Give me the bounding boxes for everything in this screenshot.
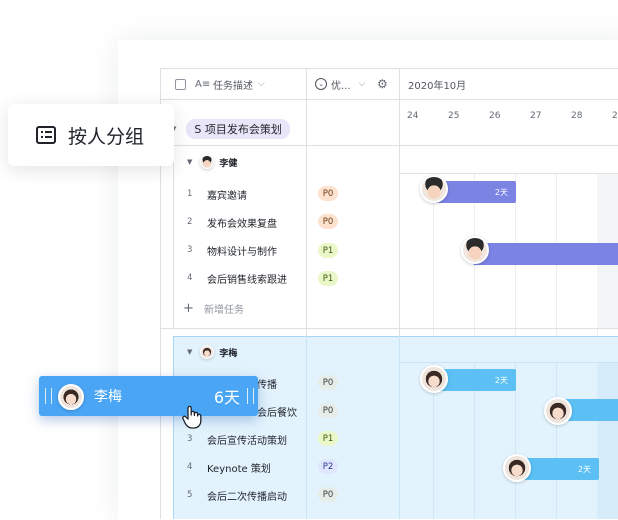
row-divider xyxy=(161,328,618,329)
task-row[interactable]: 3 会后宣传活动策划 xyxy=(161,425,306,453)
task-row[interactable]: 1 嘉宾邀请 xyxy=(161,180,306,208)
column-divider xyxy=(306,336,307,519)
project-group-row[interactable]: ▼ S 项目发布会策划 xyxy=(171,119,290,139)
priority-badge[interactable]: P0 xyxy=(318,214,338,229)
priority-badge[interactable]: P0 xyxy=(318,487,338,502)
day-label: 28 xyxy=(571,111,583,121)
row-divider xyxy=(399,173,618,174)
assignee-avatar xyxy=(420,365,448,393)
task-number: 2 xyxy=(187,217,193,227)
dragging-member-card[interactable]: 李梅 6天 xyxy=(39,376,258,416)
hand-cursor-icon xyxy=(181,405,203,429)
project-tag: S 项目发布会策划 xyxy=(186,119,290,139)
weekend-shade xyxy=(597,362,618,519)
member-avatar xyxy=(58,384,84,410)
task-title: 嘉宾邀请 xyxy=(207,190,247,202)
month-label: 2020年10月 xyxy=(408,80,467,92)
priority-badge[interactable]: P1 xyxy=(318,243,338,258)
row-divider xyxy=(399,362,618,363)
member-name: 李梅 xyxy=(219,348,238,359)
add-task-button[interactable]: + 新增任务 xyxy=(161,294,306,322)
task-row[interactable]: 3 物料设计与制作 xyxy=(161,236,306,264)
member-avatar xyxy=(200,345,215,359)
task-row[interactable]: 5 会后二次传播启动 xyxy=(161,481,306,509)
task-title: Keynote 策划 xyxy=(207,463,271,475)
task-row[interactable]: 4 Keynote 策划 xyxy=(161,453,306,481)
assignee-avatar xyxy=(461,236,489,264)
day-label: 26 xyxy=(489,111,501,121)
column-divider xyxy=(399,336,400,519)
assignee-avatar xyxy=(544,397,572,425)
priority-badge[interactable]: P0 xyxy=(318,186,338,201)
list-icon xyxy=(36,126,56,144)
bar-duration: 2天 xyxy=(494,375,508,385)
member-header-lijian[interactable]: ▼ 李健 xyxy=(187,155,237,169)
member-name: 李健 xyxy=(219,158,238,169)
chevron-down-icon: ⌵ xyxy=(258,79,265,89)
caret-down-icon[interactable]: ▼ xyxy=(187,348,192,356)
assignee-avatar xyxy=(420,175,448,203)
day-label: 27 xyxy=(530,111,542,121)
task-number: 3 xyxy=(187,245,193,255)
task-desc-column-header[interactable]: 任务描述 ⌵ xyxy=(213,69,265,99)
day-label: 24 xyxy=(407,111,419,121)
drag-card-duration: 6天 xyxy=(213,388,240,407)
gantt-view: A≡ 任务描述 ⌵ ⌄ 优... ⌵ ⚙ 2020年10月 24 25 26 2… xyxy=(160,68,618,519)
task-number: 3 xyxy=(187,434,193,444)
group-by-label: 按人分组 xyxy=(68,125,145,148)
task-desc-label: 任务描述 xyxy=(213,80,253,92)
drag-handle-right[interactable] xyxy=(247,388,254,404)
task-number: 4 xyxy=(187,462,193,472)
gantt-bar[interactable] xyxy=(473,243,618,265)
text-field-icon: A≡ xyxy=(195,78,211,90)
task-title: 会后二次传播启动 xyxy=(207,491,287,503)
priority-badge[interactable]: P2 xyxy=(318,459,338,474)
day-label: 25 xyxy=(448,111,460,121)
task-title: 会后餐饮 xyxy=(257,407,297,419)
priority-column-header[interactable]: ⌄ 优... ⌵ xyxy=(315,69,365,99)
drag-handle-left[interactable] xyxy=(45,388,52,404)
task-number: 5 xyxy=(187,490,193,500)
gantt-header: A≡ 任务描述 ⌵ ⌄ 优... ⌵ ⚙ 2020年10月 xyxy=(161,69,618,100)
member-avatar xyxy=(200,155,215,169)
task-title: 发布会效果复盘 xyxy=(207,218,277,230)
chevron-down-icon: ⌵ xyxy=(358,79,366,89)
task-row[interactable]: 4 会后销售线索跟进 xyxy=(161,264,306,292)
priority-circle-icon: ⌄ xyxy=(315,78,327,90)
priority-badge[interactable]: P0 xyxy=(318,403,338,418)
task-number: 4 xyxy=(187,273,193,283)
member-header-limei[interactable]: ▼ 李梅 xyxy=(187,345,237,359)
bar-duration: 2天 xyxy=(494,187,508,197)
task-title: 传播 xyxy=(257,379,277,391)
caret-down-icon[interactable]: ▼ xyxy=(187,158,192,166)
task-title: 会后销售线索跟进 xyxy=(207,274,287,286)
priority-badge[interactable]: P0 xyxy=(318,375,338,390)
assignee-avatar xyxy=(503,454,531,482)
priority-badge[interactable]: P1 xyxy=(318,431,338,446)
task-title: 物料设计与制作 xyxy=(207,246,277,258)
column-divider xyxy=(399,69,400,99)
task-row[interactable]: 2 发布会效果复盘 xyxy=(161,208,306,236)
priority-label: 优... xyxy=(331,80,351,92)
gear-icon[interactable]: ⚙ xyxy=(377,69,388,99)
task-number: 1 xyxy=(187,189,193,199)
select-all-checkbox[interactable] xyxy=(175,69,186,99)
plus-icon: + xyxy=(183,300,194,316)
column-divider xyxy=(306,69,307,99)
bar-duration: 2天 xyxy=(577,464,591,474)
group-by-person-chip[interactable]: 按人分组 xyxy=(8,104,174,166)
task-title: 会后宣传活动策划 xyxy=(207,435,287,447)
drag-card-name: 李梅 xyxy=(94,389,122,405)
add-task-label: 新增任务 xyxy=(204,304,244,316)
day-gridline xyxy=(556,362,557,519)
day-label: 2 xyxy=(612,111,618,121)
priority-badge[interactable]: P1 xyxy=(318,271,338,286)
